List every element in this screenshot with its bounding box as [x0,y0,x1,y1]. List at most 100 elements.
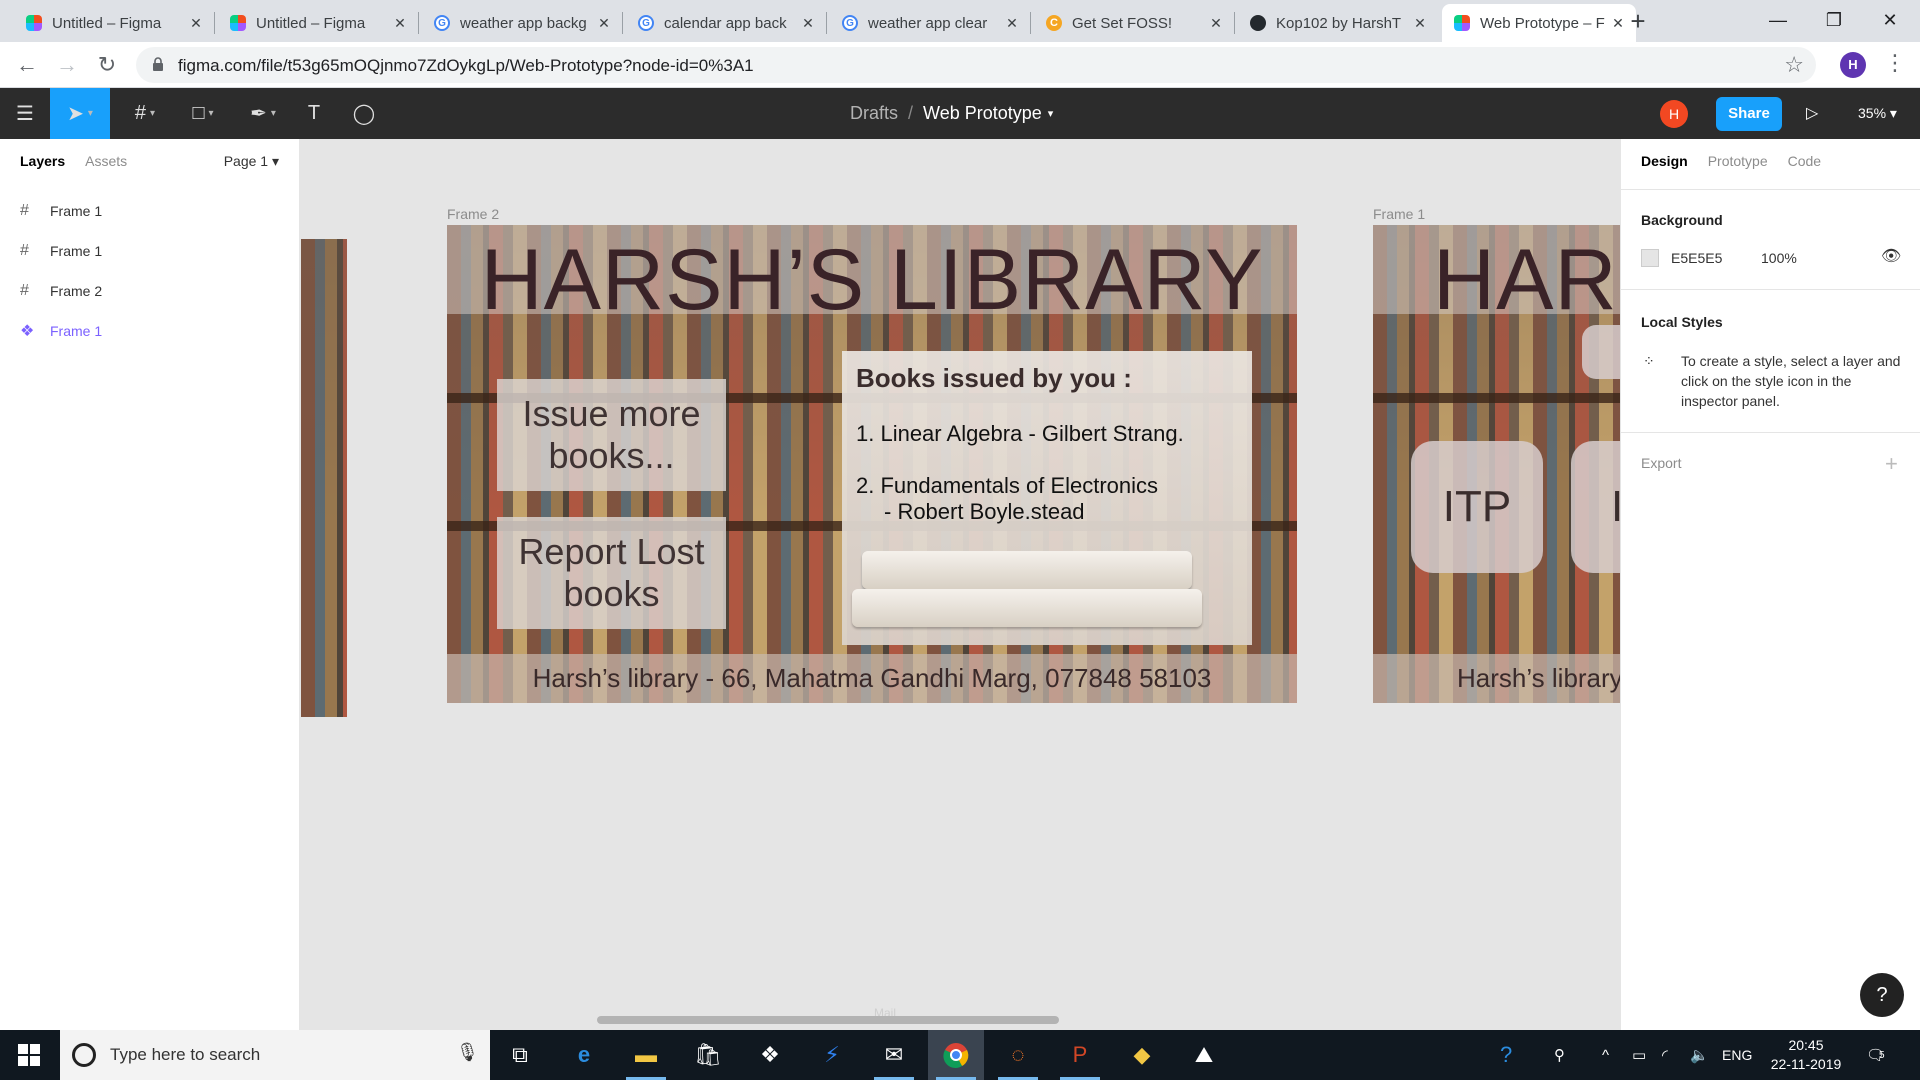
cortana-icon [72,1043,96,1067]
wifi-icon[interactable]: ◜ [1662,1030,1668,1080]
browser-tab[interactable]: Kop102 by HarshT ✕ [1238,4,1438,42]
taskbar-search[interactable]: Type here to search 🎙 [60,1030,490,1080]
browser-tab-active[interactable]: Web Prototype – F ✕ [1442,4,1636,42]
frame-icon: # [20,202,29,219]
reload-icon[interactable]: ↻ [92,50,122,80]
browser-tab[interactable]: C Get Set FOSS! ✕ [1034,4,1234,42]
share-button[interactable]: Share [1716,97,1782,131]
layer-item[interactable]: # Frame 1 [20,199,102,223]
divider [1621,289,1920,290]
report-lost-books-button[interactable]: Report Lost books [497,517,726,629]
jupyter-icon[interactable]: ◌ [990,1030,1046,1080]
issued-book-item: 1. Linear Algebra - Gilbert Strang. [856,421,1184,446]
bookmark-star-icon[interactable]: ☆ [1784,52,1804,78]
card-button[interactable] [1582,325,1620,379]
close-icon[interactable]: ✕ [188,15,204,32]
powerpoint-icon[interactable]: P [1052,1030,1108,1080]
clock[interactable]: 20:45 22-11-2019 [1766,1036,1846,1074]
profile-avatar[interactable]: H [1840,52,1866,78]
file-explorer-icon[interactable]: ▬ [618,1030,674,1080]
help-tray-icon[interactable]: ? [1500,1030,1512,1080]
zoom-dropdown[interactable]: 35% ▾ [1858,88,1897,139]
close-icon[interactable]: ✕ [1004,15,1020,32]
design-canvas[interactable]: Frame 2 HARSH’S LIBRARY Issue more books… [301,139,1620,1030]
file-name[interactable]: Web Prototype [923,103,1042,124]
frame-label[interactable]: Frame 2 [447,206,499,222]
issue-more-books-button[interactable]: Issue more books... [497,379,726,491]
page-selector[interactable]: Page 1 ▾ [224,153,279,170]
tab-code[interactable]: Code [1788,153,1821,169]
offscreen-frame[interactable] [301,239,347,717]
google-icon: G [434,15,450,31]
dropbox-icon[interactable]: ❖ [742,1030,798,1080]
battery-icon[interactable]: ▭ [1632,1030,1646,1080]
photos-icon[interactable]: ⛰ [1176,1030,1232,1080]
tab-assets[interactable]: Assets [85,153,127,169]
edge-icon[interactable]: e [556,1030,612,1080]
card-button[interactable]: I [1571,441,1620,573]
volume-icon[interactable]: 🔈 [1690,1030,1709,1080]
close-icon[interactable]: ✕ [392,15,408,32]
browser-tab[interactable]: G calendar app back ✕ [626,4,826,42]
background-swatch[interactable] [1641,249,1659,267]
frame-1[interactable]: HARS ITP I Harsh’s library [1373,225,1620,703]
close-icon[interactable]: ✕ [1412,15,1428,32]
visibility-eye-icon[interactable]: 👁 [1881,246,1901,266]
issued-book-item: 2. Fundamentals of Electronics [856,473,1159,498]
move-tool-icon[interactable]: ➤ ▾ [50,88,110,139]
chrome-icon[interactable] [928,1030,984,1080]
frame-label[interactable]: Frame 1 [1373,206,1425,222]
present-play-icon[interactable]: ▷ [1806,88,1818,139]
windows-start-icon[interactable] [0,1030,58,1080]
comment-tool-icon[interactable]: ◯ [346,88,382,139]
omnibox[interactable]: figma.com/file/t53g65mOQjnmo7ZdOykgLp/We… [136,47,1816,83]
user-avatar[interactable]: H [1660,100,1688,128]
add-export-icon[interactable]: + [1885,451,1898,477]
help-button[interactable]: ? [1860,973,1904,1017]
background-hex-input[interactable]: E5E5E5 [1671,250,1722,266]
shape-tool-icon[interactable]: □ ▾ [178,88,228,139]
text-tool-icon[interactable]: T [296,88,332,139]
page-name: Page 1 [223,153,269,169]
store-icon[interactable]: 🛍 [680,1030,736,1080]
restore-icon[interactable]: ❐ [1806,0,1862,40]
close-icon[interactable]: ✕ [596,15,612,32]
layer-item[interactable]: # Frame 2 [20,279,102,303]
pen-tool-icon[interactable]: ✒ ▾ [238,88,288,139]
tab-design[interactable]: Design [1641,153,1688,169]
window-close-icon[interactable]: ✕ [1862,0,1918,40]
microphone-icon[interactable]: 🎙 [456,1042,479,1063]
breadcrumb-drafts[interactable]: Drafts [850,103,898,124]
close-icon[interactable]: ✕ [800,15,816,32]
browser-tab[interactable]: G weather app clear ✕ [830,4,1030,42]
canvas-scrollbar[interactable] [597,1016,1059,1024]
frame-2[interactable]: HARSH’S LIBRARY Issue more books... Repo… [447,225,1297,703]
new-tab-button[interactable]: + [1624,8,1652,36]
mail-icon[interactable]: ✉ [866,1030,922,1080]
more-menu-icon[interactable]: ⋮ [1884,50,1906,80]
gitkraken-icon[interactable]: ◆ [1114,1030,1170,1080]
browser-tab[interactable]: Untitled – Figma ✕ [14,4,214,42]
background-opacity-input[interactable]: 100% [1761,250,1797,266]
back-icon[interactable]: ← [12,50,42,80]
chevron-up-icon[interactable]: ^ [1602,1030,1609,1080]
close-icon[interactable]: ✕ [1208,15,1224,32]
tab-prototype[interactable]: Prototype [1708,153,1768,169]
language-indicator[interactable]: ENG [1722,1030,1752,1080]
browser-tab[interactable]: G weather app backg ✕ [422,4,622,42]
minimize-icon[interactable]: — [1750,0,1806,40]
main-menu-icon[interactable]: ☰ [8,88,42,139]
task-view-icon[interactable]: ⧉ [492,1030,548,1080]
itp-card-button[interactable]: ITP [1411,441,1543,573]
people-icon[interactable]: ⚲ [1554,1030,1565,1080]
tab-layers[interactable]: Layers [20,153,65,169]
layer-item-selected[interactable]: ❖ Frame 1 [20,319,102,343]
chevron-down-icon[interactable]: ▾ [1048,107,1054,120]
url-text[interactable]: figma.com/file/t53g65mOQjnmo7ZdOykgLp/We… [178,56,754,76]
notifications-icon[interactable]: 🗨 5 [1866,1030,1885,1080]
vscode-icon[interactable]: ⚡ [804,1030,860,1080]
browser-tab[interactable]: Untitled – Figma ✕ [218,4,418,42]
frame-tool-icon[interactable]: # ▾ [120,88,170,139]
layer-item[interactable]: # Frame 1 [20,239,102,263]
forward-icon[interactable]: → [52,50,82,80]
